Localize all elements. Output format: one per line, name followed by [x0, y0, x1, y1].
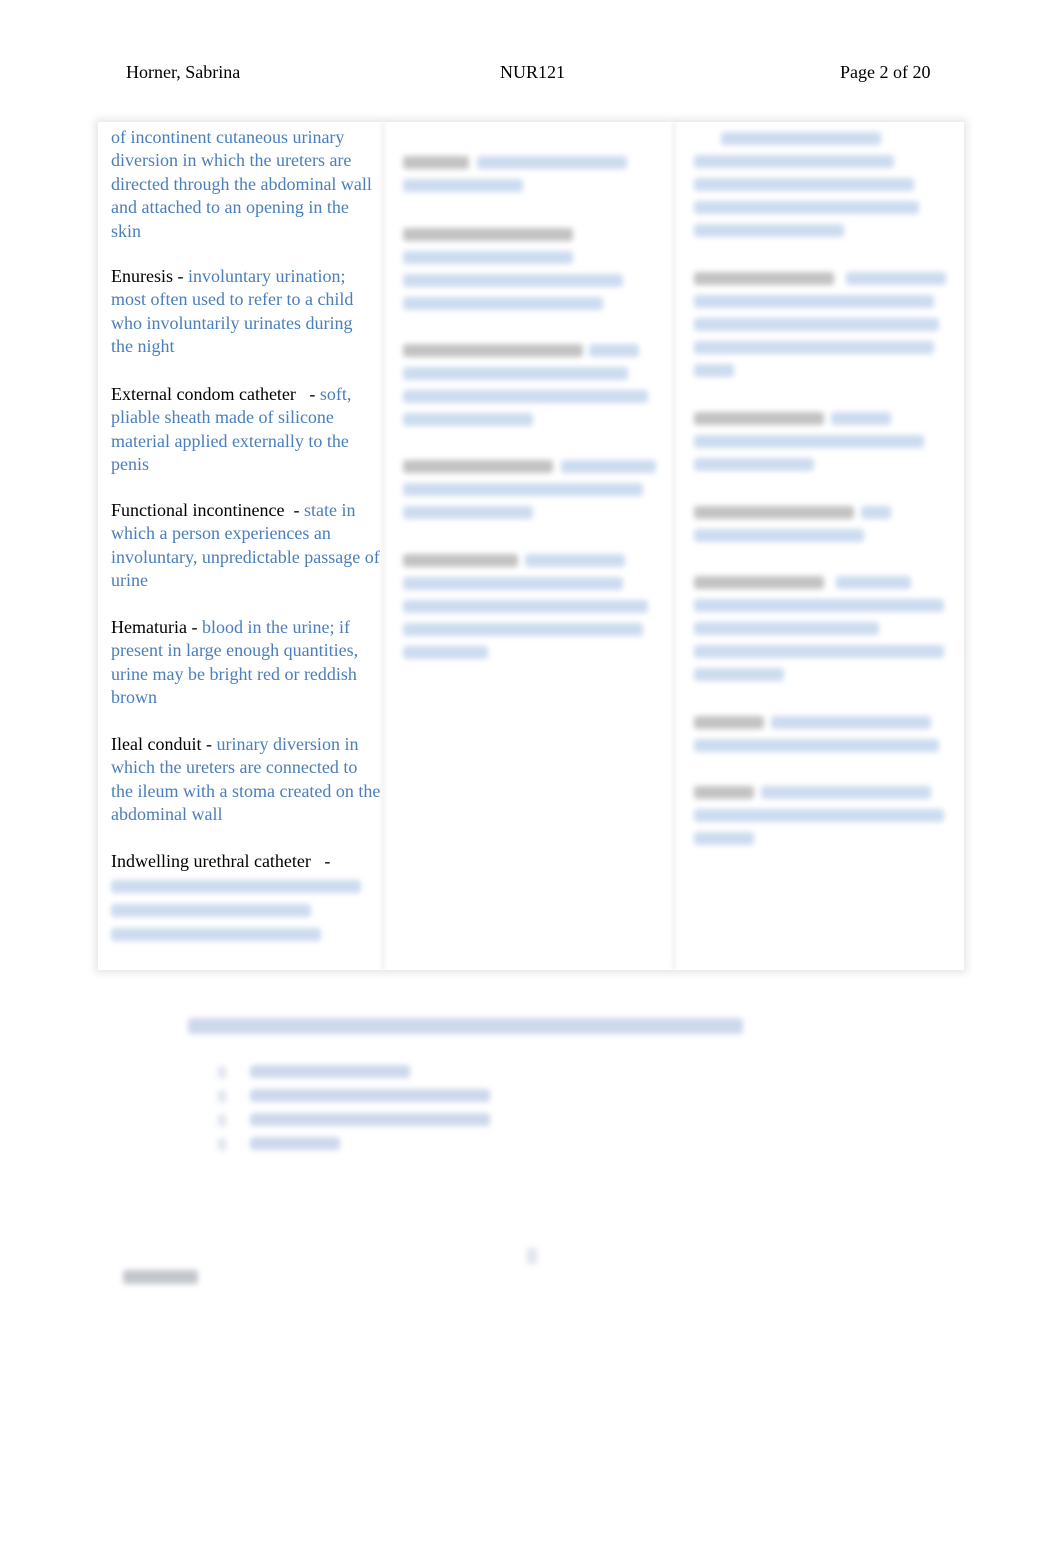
glossary-column-3: [676, 122, 964, 970]
glossary-entry: External condom catheter - soft, pliable…: [111, 383, 376, 477]
glossary-entry: Ileal conduit - urinary diversion in whi…: [111, 733, 381, 827]
entry-separator: -: [205, 734, 212, 754]
glossary-table: of incontinent cutaneous urinary diversi…: [98, 122, 964, 970]
entry-term: Enuresis: [111, 266, 173, 286]
glossary-entry: Functional incontinence - state in which…: [111, 499, 381, 593]
entry-separator: -: [309, 384, 316, 404]
entry-term: Ileal conduit: [111, 734, 202, 754]
header-author: Horner, Sabrina: [126, 62, 241, 82]
blurred-footer: [115, 1240, 555, 1300]
blurred-section: [180, 1010, 760, 1160]
blurred-content: [385, 122, 672, 682]
header-course: NUR121: [500, 62, 566, 82]
entry-term: Functional incontinence: [111, 500, 285, 520]
glossary-entry: Indwelling urethral catheter -: [111, 850, 376, 873]
glossary-entry: of incontinent cutaneous urinary diversi…: [111, 126, 376, 243]
entry-term: External condom catheter: [111, 384, 296, 404]
blurred-content: [111, 878, 371, 948]
entry-separator: -: [191, 617, 198, 637]
entry-separator: -: [324, 851, 331, 871]
entry-separator: -: [293, 500, 300, 520]
entry-separator: -: [177, 266, 184, 286]
header-page-number: Page 2 of 20: [840, 62, 931, 82]
glossary-column-1: of incontinent cutaneous urinary diversi…: [98, 122, 381, 970]
glossary-column-2: [385, 122, 672, 970]
glossary-entry: Hematuria - blood in the urine; if prese…: [111, 616, 376, 710]
entry-term: Hematuria: [111, 617, 187, 637]
glossary-entry: Enuresis - involuntary urination; most o…: [111, 265, 376, 359]
blurred-content: [676, 122, 964, 862]
entry-term: Indwelling urethral catheter: [111, 851, 311, 871]
entry-definition: of incontinent cutaneous urinary diversi…: [111, 127, 372, 241]
